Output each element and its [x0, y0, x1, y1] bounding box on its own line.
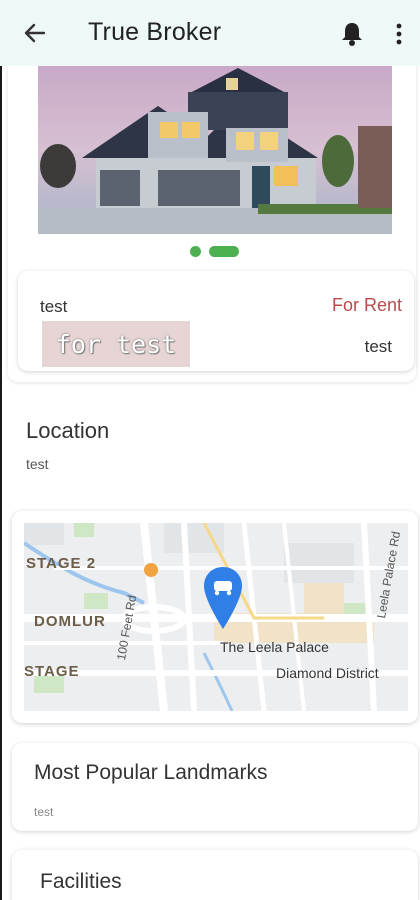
- facilities-label: Facilities: [40, 870, 122, 893]
- listing-name: test: [40, 297, 68, 316]
- restaurant-icon: [144, 563, 158, 577]
- map-place-label: The Leela Palace: [220, 639, 329, 655]
- carousel-indicator[interactable]: [190, 246, 239, 257]
- car-marker-icon[interactable]: [204, 567, 242, 629]
- map-area-label: STAGE: [24, 663, 80, 680]
- page-title: True Broker: [88, 18, 222, 46]
- property-image[interactable]: [38, 66, 392, 234]
- carousel-dot[interactable]: [190, 246, 201, 257]
- landmarks-label: Most Popular Landmarks: [34, 761, 268, 784]
- bell-icon[interactable]: [340, 21, 364, 47]
- listing-price: test: [364, 337, 392, 356]
- landmarks-value: test: [34, 805, 54, 819]
- landmarks-card: Most Popular Landmarks test: [12, 743, 418, 831]
- listing-status: For Rent: [331, 295, 402, 315]
- location-map[interactable]: STAGE 2 DOMLUR STAGE 100 Feet Rd Leela P…: [24, 523, 408, 711]
- screen-edge: [0, 66, 2, 900]
- map-area-label: STAGE 2: [26, 555, 97, 572]
- carousel-dot-active[interactable]: [209, 246, 239, 257]
- location-value: test: [26, 456, 49, 472]
- listing-summary-card: test For Rent for test test: [18, 271, 414, 371]
- map-area-label: DOMLUR: [34, 613, 106, 630]
- map-card: STAGE 2 DOMLUR STAGE 100 Feet Rd Leela P…: [12, 511, 418, 723]
- app-bar: True Broker: [0, 0, 420, 66]
- more-vert-icon[interactable]: [394, 22, 404, 46]
- map-place-label: Diamond District: [276, 665, 379, 681]
- facilities-card: Facilities: [12, 850, 418, 900]
- location-section: Location test: [10, 394, 420, 504]
- arrow-left-icon[interactable]: [22, 20, 48, 46]
- location-label: Location: [26, 418, 110, 443]
- listing-tag: for test: [42, 321, 190, 367]
